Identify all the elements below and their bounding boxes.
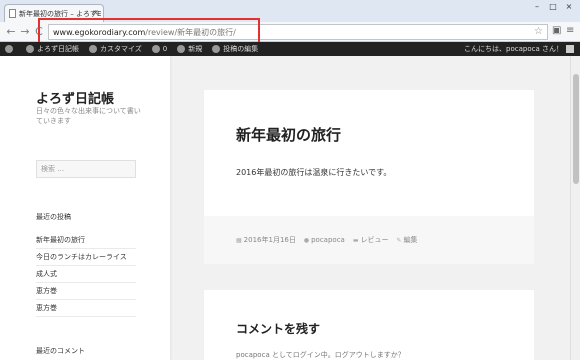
- tab-close-icon[interactable]: ×: [92, 8, 99, 17]
- recent-post-link[interactable]: 新年最初の旅行: [36, 232, 136, 249]
- recent-post-link[interactable]: 今日のランチはカレーライス: [36, 249, 136, 266]
- adminbar-edit-post[interactable]: 投稿の編集: [207, 42, 263, 56]
- adminbar-comments[interactable]: 0: [147, 42, 172, 56]
- minimize-button[interactable]: –: [530, 2, 544, 12]
- menu-icon[interactable]: ≡: [566, 25, 574, 36]
- comment-icon: [151, 45, 160, 53]
- search-input[interactable]: 検索 …: [36, 160, 136, 178]
- recent-post-link[interactable]: 恵方巻: [36, 300, 136, 317]
- pencil-icon: [212, 45, 221, 53]
- folder-icon: ▬: [352, 236, 359, 244]
- site-title[interactable]: よろず日記帳: [36, 88, 114, 107]
- sidebar: よろず日記帳 日々の色々な出来事について書いていきます 検索 … 最近の投稿 新…: [0, 56, 170, 360]
- post-article: 新年最初の旅行 2016年最初の旅行は温泉に行きたいです。 ▦ 2016年1月16…: [204, 90, 534, 264]
- comment-heading: コメントを残す: [236, 322, 321, 336]
- home-icon: [26, 45, 34, 53]
- scroll-thumb[interactable]: [573, 74, 579, 184]
- camera-icon[interactable]: ▣: [552, 25, 561, 36]
- user-icon: ●: [303, 236, 310, 244]
- back-icon[interactable]: ←: [4, 24, 18, 40]
- close-window-button[interactable]: ×: [562, 2, 576, 12]
- url-highlight-box: [38, 18, 260, 45]
- recent-post-link[interactable]: 恵方巻: [36, 283, 136, 300]
- pencil-icon: ✎: [396, 236, 402, 244]
- post-category[interactable]: ▬ レビュー: [353, 235, 389, 245]
- adminbar-new[interactable]: 新規: [172, 42, 207, 56]
- wp-admin-bar: よろず日記帳 カスタマイズ 0 新規 投稿の編集 こんにちは、pocapoca …: [0, 42, 580, 56]
- recent-comments-title: 最近のコメント: [36, 347, 85, 355]
- post-content: 2016年最初の旅行は温泉に行きたいです。: [236, 168, 392, 177]
- brush-icon: [89, 45, 97, 53]
- adminbar-greeting: こんにちは、pocapoca さん！: [464, 45, 563, 53]
- logged-in-note: pocapoca としてログイン中。ログアウトしますか？: [236, 351, 405, 359]
- avatar: [566, 45, 574, 53]
- wp-logo-icon[interactable]: [0, 42, 21, 56]
- calendar-icon: ▦: [236, 236, 242, 244]
- tab-title: 新年最初の旅行 – よろずE: [19, 9, 102, 18]
- maximize-button[interactable]: □: [546, 2, 560, 12]
- page-scrollbar[interactable]: [570, 56, 580, 360]
- post-title[interactable]: 新年最初の旅行: [236, 124, 341, 145]
- window-controls: – □ ×: [530, 2, 576, 12]
- recent-posts-title: 最近の投稿: [36, 213, 71, 221]
- adminbar-site[interactable]: よろず日記帳: [21, 42, 84, 56]
- post-author[interactable]: ● pocapoca: [304, 236, 345, 244]
- page-icon: [9, 9, 16, 18]
- post-meta: ▦ 2016年1月16日 ● pocapoca ▬ レビュー ✎ 編集: [204, 216, 534, 264]
- post-date[interactable]: ▦ 2016年1月16日: [236, 235, 296, 245]
- forward-icon[interactable]: →: [18, 24, 32, 40]
- site-description: 日々の色々な出来事について書いていきます: [36, 107, 141, 125]
- star-icon[interactable]: ☆: [534, 26, 543, 37]
- adminbar-customize[interactable]: カスタマイズ: [84, 42, 147, 56]
- plus-icon: [177, 45, 186, 53]
- comment-section: コメントを残す pocapoca としてログイン中。ログアウトしますか？: [204, 290, 534, 360]
- recent-posts-list: 新年最初の旅行 今日のランチはカレーライス 成人式 恵方巻 恵方巻: [36, 232, 136, 317]
- post-edit-link[interactable]: ✎ 編集: [397, 235, 418, 245]
- recent-post-link[interactable]: 成人式: [36, 266, 136, 283]
- adminbar-account[interactable]: こんにちは、pocapoca さん！: [464, 42, 574, 56]
